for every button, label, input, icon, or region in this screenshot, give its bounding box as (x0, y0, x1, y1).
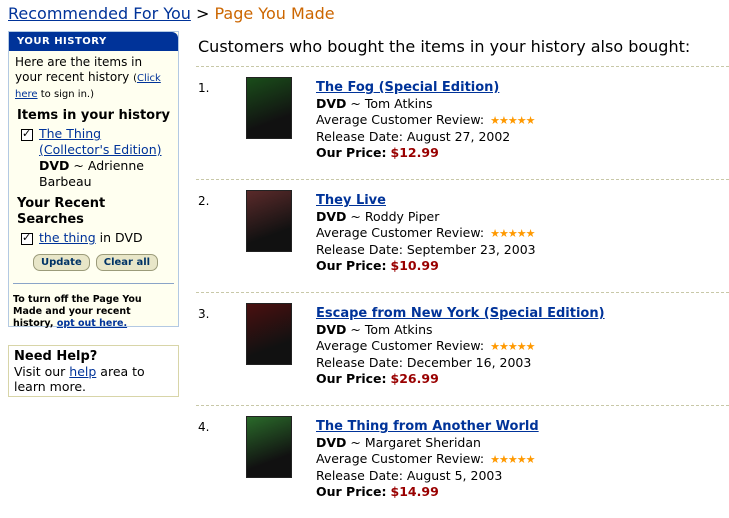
search-item-checkbox[interactable] (21, 230, 33, 246)
rating-stars-icon: ★★★★★ (490, 453, 535, 466)
product-release: Release Date: December 16, 2003 (316, 355, 532, 370)
product-review-label: Average Customer Review: (316, 225, 485, 240)
product-number: 3. (198, 307, 210, 321)
product-price: $12.99 (390, 145, 439, 160)
clear-all-button[interactable]: Clear all (95, 254, 159, 271)
update-button[interactable]: Update (33, 254, 90, 271)
breadcrumb-separator: > (195, 4, 210, 23)
optout-note: To turn off the Page You Made and your r… (13, 283, 174, 330)
product-release: Release Date: August 5, 2003 (316, 468, 503, 483)
product-item: 2. They Live DVD ~ Roddy Piper Average C… (196, 179, 729, 292)
intro-suffix: to sign in.) (37, 89, 94, 100)
product-price: $14.99 (390, 484, 439, 499)
product-title-link[interactable]: They Live (316, 193, 386, 208)
product-price-label: Our Price: (316, 145, 387, 160)
rating-stars-icon: ★★★★★ (490, 340, 535, 353)
product-review-label: Average Customer Review: (316, 338, 485, 353)
help-prefix: Visit our (14, 364, 70, 379)
help-title: Need Help? (14, 349, 98, 364)
help-link[interactable]: help (69, 364, 96, 379)
product-person: ~ Tom Atkins (350, 96, 433, 111)
help-box: Need Help? Visit our help area to learn … (8, 345, 179, 397)
rating-stars-icon: ★★★★★ (490, 114, 535, 127)
search-item-suffix: in DVD (95, 230, 143, 245)
product-number: 1. (198, 81, 210, 95)
product-format: DVD (316, 322, 347, 337)
product-person: ~ Margaret Sheridan (350, 435, 481, 450)
your-history-header: YOUR HISTORY (9, 32, 178, 51)
product-number: 2. (198, 194, 210, 208)
product-person: ~ Tom Atkins (350, 322, 433, 337)
product-person: ~ Roddy Piper (350, 209, 440, 224)
breadcrumb-current: Page You Made (214, 4, 335, 23)
rating-stars-icon: ★★★★★ (490, 227, 535, 240)
product-thumbnail[interactable] (246, 303, 292, 365)
product-thumbnail[interactable] (246, 416, 292, 478)
product-format: DVD (316, 435, 347, 450)
your-history-box: YOUR HISTORY Here are the items in your … (8, 31, 179, 330)
product-list: 1. The Fog (Special Edition) DVD ~ Tom A… (196, 66, 729, 518)
history-intro: Here are the items in your recent histor… (15, 55, 161, 100)
history-item-link[interactable]: The Thing (Collector's Edition) (39, 126, 162, 157)
optout-link[interactable]: opt out here. (57, 318, 127, 329)
product-item: 4. The Thing from Another World DVD ~ Ma… (196, 405, 729, 518)
product-number: 4. (198, 420, 210, 434)
product-price: $26.99 (390, 371, 439, 386)
product-item: 3. Escape from New York (Special Edition… (196, 292, 729, 405)
product-release: Release Date: August 27, 2002 (316, 129, 511, 144)
history-item-checkbox[interactable] (21, 126, 33, 142)
intro-line-1: Here are the items in (15, 55, 143, 69)
search-item-link[interactable]: the thing (39, 230, 96, 245)
product-title-link[interactable]: The Thing from Another World (316, 419, 539, 434)
items-history-heading: Items in your history (17, 108, 170, 123)
product-review-label: Average Customer Review: (316, 451, 485, 466)
product-format: DVD (316, 96, 347, 111)
history-item: The Thing (Collector's Edition) DVD ~ Ad… (9, 124, 178, 190)
product-price-label: Our Price: (316, 258, 387, 273)
product-review-label: Average Customer Review: (316, 112, 485, 127)
product-release: Release Date: September 23, 2003 (316, 242, 536, 257)
product-price: $10.99 (390, 258, 439, 273)
intro-line-2: your recent history (15, 70, 130, 84)
recent-searches-heading: Your Recent Searches (17, 196, 106, 227)
product-thumbnail[interactable] (246, 190, 292, 252)
history-item-format: DVD (39, 158, 70, 173)
breadcrumb-recommended-link[interactable]: Recommended For You (8, 4, 191, 23)
product-price-label: Our Price: (316, 484, 387, 499)
recommendations-heading: Customers who bought the items in your h… (198, 37, 691, 56)
search-item: the thing in DVD (9, 228, 178, 246)
product-thumbnail[interactable] (246, 77, 292, 139)
product-price-label: Our Price: (316, 371, 387, 386)
product-title-link[interactable]: The Fog (Special Edition) (316, 80, 499, 95)
history-buttons: Update Clear all (9, 246, 178, 271)
breadcrumb: Recommended For You > Page You Made (8, 4, 335, 23)
product-format: DVD (316, 209, 347, 224)
product-item: 1. The Fog (Special Edition) DVD ~ Tom A… (196, 66, 729, 179)
product-title-link[interactable]: Escape from New York (Special Edition) (316, 306, 605, 321)
